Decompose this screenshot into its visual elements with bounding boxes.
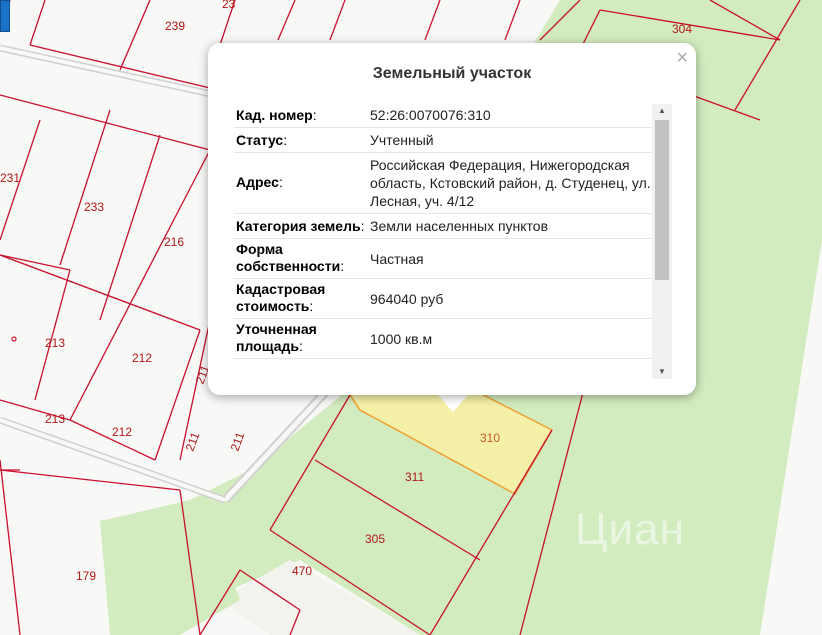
- parcel-info-popup: × Земельный участок Кад. номер: 52:26:00…: [208, 43, 696, 395]
- value-land-category: Земли населенных пунктов: [370, 218, 549, 234]
- parcel-label-216: 216: [164, 235, 184, 249]
- value-area: 1000 кв.м: [370, 330, 433, 347]
- watermark: Циан: [575, 505, 685, 554]
- value-cadastral-value: 964040 руб: [370, 290, 444, 307]
- popup-title: Земельный участок: [372, 65, 532, 82]
- label-cadastral-number: Кад. номер: [236, 107, 313, 123]
- label-address: Адрес: [236, 174, 279, 190]
- scroll-up-icon[interactable]: ▲: [652, 104, 672, 118]
- label-status: Статус: [236, 132, 284, 148]
- parcel-label-233: 233: [84, 200, 104, 214]
- label-cadastral-value: Кадастровая стоимость: [236, 281, 326, 314]
- parcel-label-179: 179: [76, 569, 96, 583]
- parcel-label-305: 305: [365, 532, 385, 546]
- table-row: Уточненная площадь: 1000 кв.м: [234, 319, 654, 359]
- scrollbar-thumb[interactable]: [655, 120, 669, 280]
- parcel-label-212b: 212: [112, 425, 132, 439]
- value-status: Учтенный: [370, 132, 434, 148]
- parcel-label-239: 239: [165, 19, 185, 33]
- parcel-label-213a: 213: [45, 336, 65, 350]
- popup-pointer: [437, 394, 469, 412]
- scrollbar[interactable]: ▲ ▼: [652, 104, 672, 379]
- value-cadastral-number: 52:26:0070076:310: [370, 107, 491, 123]
- table-row: Статус: Учтенный: [234, 128, 654, 153]
- parcel-label-213b: 213: [45, 412, 65, 426]
- parcel-label-212a: 212: [132, 351, 152, 365]
- parcel-label-23: 23: [222, 0, 236, 11]
- table-row: Форма собственности: Частная: [234, 239, 654, 279]
- table-row: Кадастровая стоимость: 964040 руб: [234, 279, 654, 319]
- info-table[interactable]: Кад. номер: 52:26:0070076:310 Статус: Уч…: [234, 103, 654, 377]
- parcel-label-311: 311: [405, 470, 424, 484]
- label-land-category: Категория земель: [236, 218, 361, 234]
- label-area: Уточненная площадь: [236, 321, 317, 354]
- parcel-label-310: 310: [480, 431, 500, 445]
- table-row: Категория земель: Земли населенных пункт…: [234, 214, 654, 239]
- scroll-down-icon[interactable]: ▼: [652, 365, 672, 379]
- value-address: Российская Федерация, Нижегородская обла…: [370, 157, 651, 209]
- value-ownership: Частная: [370, 250, 424, 267]
- parcel-label-231: 231: [0, 171, 20, 185]
- map-control-button[interactable]: [0, 0, 10, 32]
- label-ownership: Форма собственности: [236, 241, 341, 274]
- table-row: Адрес: Российская Федерация, Нижегородск…: [234, 153, 654, 214]
- parcel-label-304: 304: [672, 22, 692, 36]
- table-row: Кад. номер: 52:26:0070076:310: [234, 103, 654, 128]
- parcel-label-470: 470: [292, 564, 312, 578]
